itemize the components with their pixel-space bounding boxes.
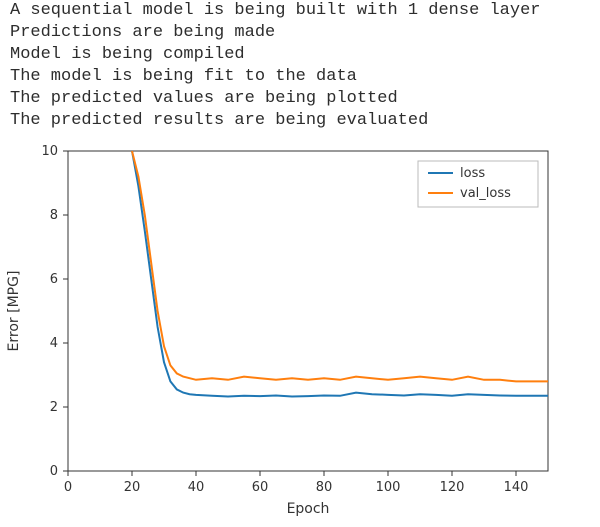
y-tick-label: 8 xyxy=(50,208,58,223)
line-chart: 0 20 40 60 80 100 120 140 0 2 4 6 8 10 Epoch Error [MPG… xyxy=(0,141,560,521)
y-axis-label: Error [MPG] xyxy=(6,270,22,351)
chart-container: 0 20 40 60 80 100 120 140 0 2 4 6 8 10 Epoch Error [MPG… xyxy=(0,133,600,527)
x-axis-label: Epoch xyxy=(287,501,330,517)
y-tick-label: 2 xyxy=(50,400,58,415)
console-line: The predicted results are being evaluate… xyxy=(0,110,600,132)
x-tick-label: 80 xyxy=(316,480,333,495)
x-tick-label: 140 xyxy=(504,480,529,495)
y-tick-label: 0 xyxy=(50,464,58,479)
console-line: The predicted values are being plotted xyxy=(0,88,600,110)
y-tick-label: 10 xyxy=(41,144,58,159)
y-tick-label: 6 xyxy=(50,272,58,287)
legend-label: val_loss xyxy=(460,186,511,201)
x-tick-label: 40 xyxy=(188,480,205,495)
console-line: Predictions are being made xyxy=(0,22,600,44)
console-line: A sequential model is being built with 1… xyxy=(0,0,600,22)
console-line: The model is being fit to the data xyxy=(0,66,600,88)
console-output: A sequential model is being built with 1… xyxy=(0,0,600,133)
console-line: Model is being compiled xyxy=(0,44,600,66)
x-tick-label: 60 xyxy=(252,480,269,495)
y-tick-label: 4 xyxy=(50,336,58,351)
legend-label: loss xyxy=(460,166,485,181)
x-tick-label: 120 xyxy=(440,480,465,495)
x-tick-label: 0 xyxy=(64,480,72,495)
x-tick-label: 20 xyxy=(124,480,141,495)
x-tick-label: 100 xyxy=(376,480,401,495)
